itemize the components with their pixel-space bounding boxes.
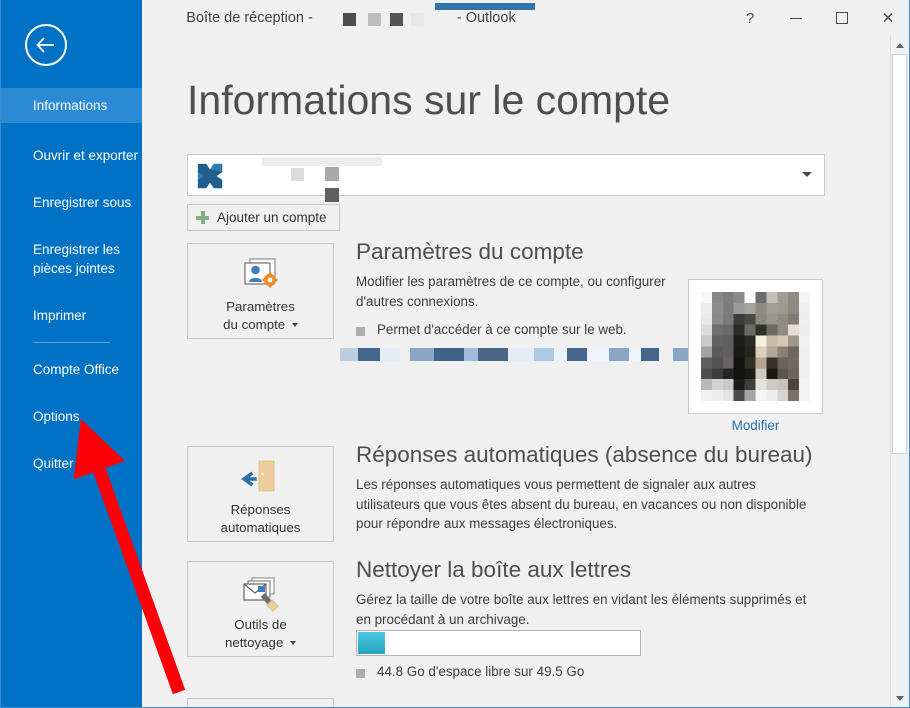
sidebar-item-imprimer[interactable]: Imprimer [1, 301, 142, 330]
bullet-square-icon [356, 669, 365, 678]
profile-photo [701, 292, 810, 401]
free-space-text: 44.8 Go d'espace libre sur 49.5 Go [377, 664, 584, 679]
outlook-backstage-window: Boîte de réception - - Outlook ? ✕ Infor… [0, 0, 910, 708]
mailbox-cleanup-heading: Nettoyer la boîte aux lettres [356, 557, 631, 583]
window-title-suffix: - Outlook [457, 10, 516, 26]
mailbox-usage-fill [358, 632, 385, 654]
account-selector[interactable] [187, 154, 825, 196]
section-automatic-replies: Réponses automatiques Réponses automatiq… [187, 446, 827, 556]
back-button[interactable] [25, 24, 67, 66]
bullet-square-icon [356, 327, 365, 336]
edit-photo-link[interactable]: Modifier [688, 418, 823, 433]
bullet-text: Permet d'accéder à ce compte sur le web. [377, 322, 627, 337]
add-account-label: Ajouter un compte [217, 210, 327, 225]
scroll-up-button[interactable] [891, 36, 908, 54]
exchange-icon [195, 161, 225, 191]
redacted-web-url [340, 348, 721, 361]
mailbox-free-space: 44.8 Go d'espace libre sur 49.5 Go [356, 664, 584, 679]
window-title-prefix: Boîte de réception - [186, 10, 313, 26]
sidebar-item-label: Imprimer [33, 308, 86, 323]
window-controls: ? ✕ [727, 0, 910, 36]
add-account-button[interactable]: Ajouter un compte [187, 204, 340, 231]
sidebar-item-enregistrer-sous[interactable]: Enregistrer sous [1, 188, 142, 217]
account-settings-icon [241, 252, 281, 298]
sidebar-item-ouvrir-et-exporter[interactable]: Ouvrir et exporter [1, 141, 142, 170]
sidebar-item-label: Quitter [33, 456, 74, 471]
maximize-button[interactable] [819, 1, 865, 35]
cleanup-tools-button-label: Outils de nettoyage [225, 616, 296, 652]
sidebar-item-compte-office[interactable]: Compte Office [1, 355, 142, 384]
sidebar-item-label: Enregistrer sous [33, 195, 131, 210]
close-button[interactable]: ✕ [865, 1, 910, 35]
sidebar-item-informations[interactable]: Informations [1, 88, 142, 123]
section-mailbox-cleanup: Outils de nettoyage Nettoyer la boîte au… [187, 561, 827, 691]
account-settings-button[interactable]: Paramètres du compte [187, 243, 334, 339]
sidebar-item-label: Enregistrer les pièces jointes [33, 242, 120, 276]
sidebar-divider [33, 342, 110, 343]
sidebar-item-label: Compte Office [33, 362, 119, 377]
account-settings-body: Modifier les paramètres de ce compte, ou… [356, 272, 701, 311]
sidebar-item-enregistrer-pieces-jointes[interactable]: Enregistrer les pièces jointes [1, 235, 142, 283]
scrollbar-track[interactable] [891, 54, 908, 689]
dropdown-caret-icon[interactable] [292, 323, 298, 327]
chevron-down-icon[interactable] [802, 172, 812, 177]
sidebar-item-options[interactable]: Options [1, 402, 142, 431]
mailbox-cleanup-body: Gérez la taille de votre boîte aux lettr… [356, 590, 821, 629]
help-button[interactable]: ? [727, 1, 773, 35]
backstage-content: Informations sur le compte Ajouter un co… [142, 36, 910, 708]
automatic-replies-button[interactable]: Réponses automatiques [187, 446, 334, 542]
backstage-sidebar: Informations Ouvrir et exporter Enregist… [1, 0, 142, 708]
redaction-bar [435, 3, 535, 10]
account-settings-heading: Paramètres du compte [356, 239, 584, 265]
plus-icon [196, 211, 209, 224]
mailbox-cleanup-icon [239, 570, 283, 616]
scroll-down-button[interactable] [891, 689, 908, 707]
sidebar-item-label: Options [33, 409, 80, 424]
mailbox-usage-bar [356, 630, 641, 656]
automatic-replies-heading: Réponses automatiques (absence du bureau… [356, 442, 813, 468]
sidebar-item-quitter[interactable]: Quitter [1, 449, 142, 478]
sidebar-nav: Informations Ouvrir et exporter Enregist… [1, 88, 142, 478]
sidebar-item-label: Ouvrir et exporter [33, 148, 138, 163]
automatic-replies-button-label: Réponses automatiques [221, 501, 301, 537]
sidebar-item-label: Informations [33, 98, 107, 113]
redacted-account-name [315, 11, 455, 25]
next-section-button-partial[interactable] [187, 698, 334, 708]
profile-photo-frame [688, 279, 823, 414]
redacted-account-value [262, 155, 562, 197]
scrollbar-thumb[interactable] [892, 54, 907, 454]
automatic-replies-body: Les réponses automatiques vous permetten… [356, 475, 821, 534]
content-scrollbar[interactable] [890, 36, 908, 707]
out-of-office-icon [239, 455, 283, 501]
back-arrow-icon [35, 36, 57, 54]
account-settings-button-label: Paramètres du compte [223, 298, 298, 334]
dropdown-caret-icon[interactable] [290, 641, 296, 645]
minimize-button[interactable] [773, 1, 819, 35]
account-settings-bullet: Permet d'accéder à ce compte sur le web. [356, 322, 627, 337]
cleanup-tools-button[interactable]: Outils de nettoyage [187, 561, 334, 657]
page-title: Informations sur le compte [187, 77, 670, 124]
